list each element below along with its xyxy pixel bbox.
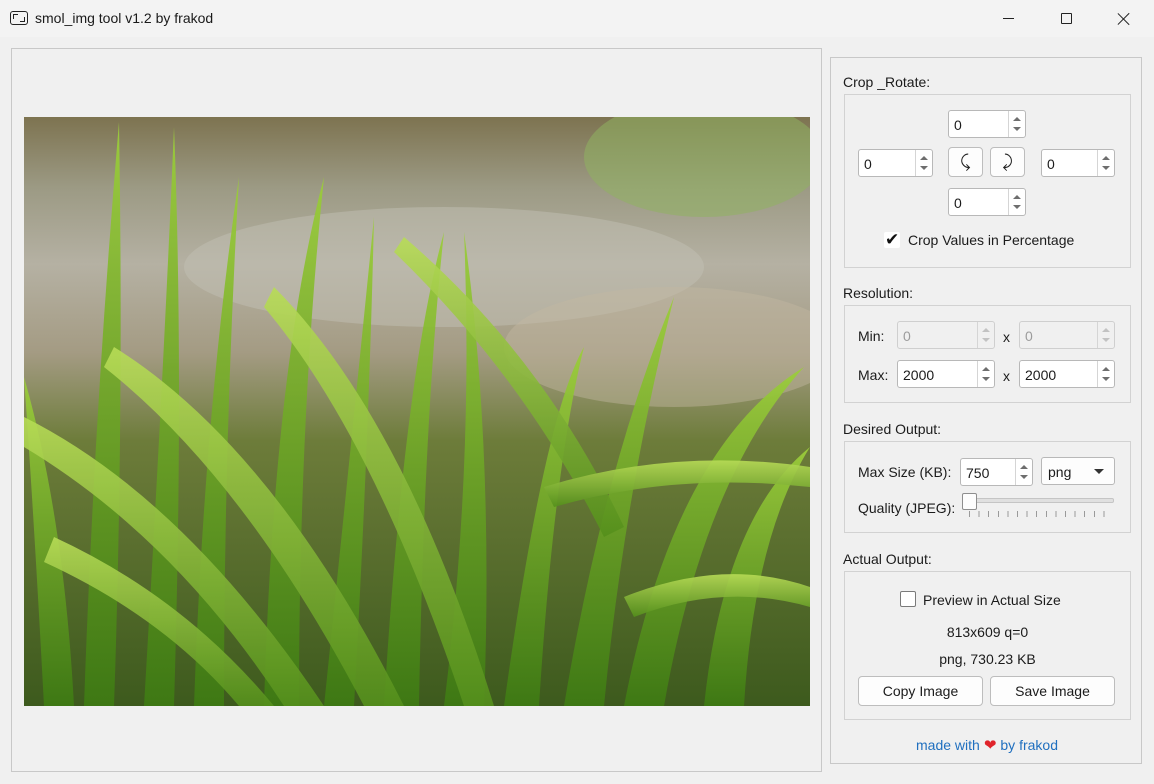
crop-left-spinbox[interactable]: 0	[858, 149, 933, 177]
crop-left-arrows[interactable]	[915, 150, 932, 176]
output-format-size: png, 730.23 KB	[939, 651, 1036, 667]
app-frame-icon	[10, 11, 28, 25]
image-preview-area[interactable]	[11, 48, 822, 772]
preview-image	[24, 117, 810, 706]
quality-slider-track[interactable]	[962, 498, 1114, 503]
maximize-button[interactable]	[1037, 0, 1095, 37]
rotate-right-button[interactable]: ⤸	[990, 147, 1025, 177]
quality-slider-ticks	[969, 511, 1107, 517]
crop-bottom-arrows[interactable]	[1008, 189, 1025, 215]
max-size-spinbox[interactable]: 750	[960, 458, 1033, 486]
crop-right-arrows[interactable]	[1097, 150, 1114, 176]
title-bar: smol_img tool v1.2 by frakod	[0, 0, 1154, 37]
min-width-spinbox: 0	[897, 321, 995, 349]
min-label: Min:	[858, 328, 885, 344]
max-label: Max:	[858, 367, 889, 383]
window-title: smol_img tool v1.2 by frakod	[35, 10, 214, 26]
made-with-text: made with	[916, 737, 980, 753]
preview-actual-size-label: Preview in Actual Size	[923, 592, 1061, 608]
close-button[interactable]	[1095, 0, 1153, 37]
preview-actual-size-checkbox[interactable]	[900, 591, 916, 607]
max-size-label: Max Size (KB):	[858, 464, 952, 480]
max-width-arrows[interactable]	[977, 361, 994, 387]
desired-output-group	[844, 441, 1131, 533]
crop-rotate-label: Crop _Rotate:	[843, 74, 931, 90]
minimize-icon	[1002, 18, 1014, 19]
crop-percentage-label: Crop Values in Percentage	[908, 232, 1075, 248]
settings-panel: Crop _Rotate: 0 0 ⤹ ⤸ 0 0 ✔ Crop Values …	[830, 57, 1142, 764]
maximize-icon	[1060, 13, 1072, 24]
crop-top-spinbox[interactable]: 0	[948, 110, 1026, 138]
resolution-group	[844, 305, 1131, 403]
minimize-button[interactable]	[979, 0, 1037, 37]
crop-right-spinbox[interactable]: 0	[1041, 149, 1115, 177]
max-height-arrows[interactable]	[1097, 361, 1114, 387]
max-size-arrows[interactable]	[1015, 459, 1032, 485]
quality-label: Quality (JPEG):	[858, 500, 956, 516]
close-icon	[1117, 12, 1131, 26]
max-height-spinbox[interactable]: 2000	[1019, 360, 1115, 388]
actual-output-label: Actual Output:	[843, 551, 932, 567]
rotate-right-icon: ⤸	[1002, 152, 1013, 171]
desired-output-label: Desired Output:	[843, 421, 942, 437]
output-dimensions: 813x609 q=0	[946, 624, 1029, 640]
min-x-separator: x	[1003, 329, 1010, 345]
rotate-left-button[interactable]: ⤹	[948, 147, 983, 177]
max-width-spinbox[interactable]: 2000	[897, 360, 995, 388]
min-height-spinbox: 0	[1019, 321, 1115, 349]
save-image-button[interactable]: Save Image	[990, 676, 1115, 706]
crop-bottom-spinbox[interactable]: 0	[948, 188, 1026, 216]
chevron-down-icon	[1094, 469, 1104, 474]
crop-top-arrows[interactable]	[1008, 111, 1025, 137]
by-frakod-text: by frakod	[1000, 737, 1058, 753]
rotate-left-icon: ⤹	[960, 152, 971, 171]
copy-image-button[interactable]: Copy Image	[858, 676, 983, 706]
quality-slider-thumb[interactable]	[962, 493, 977, 510]
heart-icon: ❤	[983, 737, 997, 754]
max-x-separator: x	[1003, 368, 1010, 384]
checkmark-icon: ✔	[885, 230, 900, 249]
format-dropdown[interactable]: png	[1041, 457, 1115, 485]
crop-percentage-checkbox[interactable]: ✔	[884, 230, 900, 249]
resolution-label: Resolution:	[843, 285, 914, 301]
credit-link[interactable]: made with ❤ by frakod	[831, 736, 1143, 754]
